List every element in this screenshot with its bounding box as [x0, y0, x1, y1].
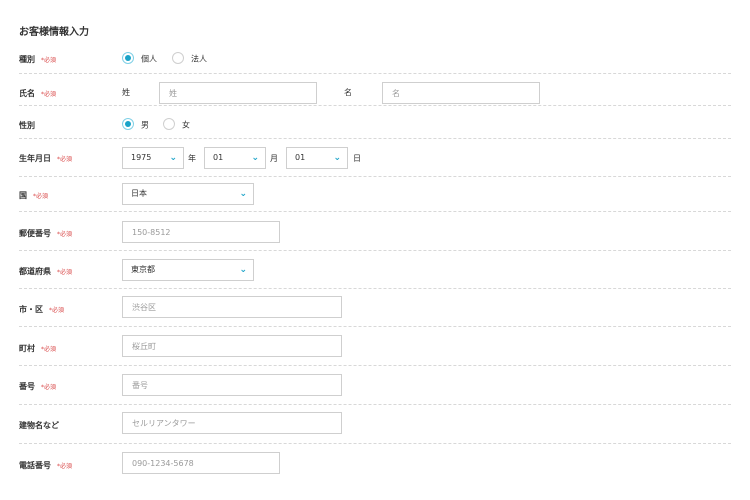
building-input[interactable]	[122, 412, 342, 434]
radio-selected-icon	[122, 118, 134, 130]
first-name-input[interactable]	[382, 82, 540, 104]
town-label-text: 町村	[19, 344, 35, 353]
required-mark: *必須	[57, 463, 73, 470]
radio-gender-female[interactable]: 女	[163, 118, 190, 132]
birth-year-select[interactable]: 1975 ⌄	[122, 147, 184, 169]
radio-empty-icon	[163, 118, 175, 130]
required-mark: *必須	[49, 307, 65, 314]
last-name-label: 姓	[122, 88, 130, 97]
country-select[interactable]: 日本 ⌄	[122, 183, 254, 205]
radio-label: 個人	[141, 54, 157, 64]
select-value: 東京都	[131, 265, 155, 274]
phone-label-text: 電話番号	[19, 461, 51, 470]
row-town: 町村 *必須	[19, 327, 731, 366]
customer-info-form: お客様情報入力 種別 *必須 個人 法人 氏名 *必須 姓 名 性別 男 女	[0, 0, 750, 500]
required-mark: *必須	[57, 269, 73, 276]
select-value: 01	[295, 153, 306, 162]
type-label: 種別 *必須	[19, 54, 56, 65]
radio-label: 法人	[191, 54, 207, 64]
row-phone: 電話番号 *必須	[19, 444, 731, 482]
month-unit: 月	[270, 154, 278, 163]
chevron-down-icon: ⌄	[251, 153, 259, 163]
prefecture-select[interactable]: 東京都 ⌄	[122, 259, 254, 281]
row-type: 種別 *必須 個人 法人	[19, 42, 731, 74]
prefecture-label-text: 都道府県	[19, 267, 51, 276]
postal-code-input[interactable]	[122, 221, 280, 243]
radio-empty-icon	[172, 52, 184, 64]
required-mark: *必須	[57, 231, 73, 238]
city-input[interactable]	[122, 296, 342, 318]
country-label-text: 国	[19, 191, 27, 200]
building-label-text: 建物名など	[19, 421, 59, 430]
chevron-down-icon: ⌄	[239, 189, 247, 199]
select-value: 日本	[131, 189, 147, 198]
postal-label-text: 郵便番号	[19, 229, 51, 238]
postal-label: 郵便番号 *必須	[19, 228, 72, 239]
radio-gender-male[interactable]: 男	[122, 118, 149, 132]
required-mark: *必須	[41, 91, 57, 98]
phone-input[interactable]	[122, 452, 280, 474]
radio-type-corporate[interactable]: 法人	[172, 52, 207, 66]
required-mark: *必須	[57, 156, 73, 163]
row-name: 氏名 *必須 姓 名	[19, 74, 731, 106]
name-label: 氏名 *必須	[19, 88, 56, 99]
gender-label: 性別	[19, 120, 35, 131]
birthdate-label-text: 生年月日	[19, 154, 51, 163]
chevron-down-icon: ⌄	[333, 153, 341, 163]
phone-label: 電話番号 *必須	[19, 460, 72, 471]
row-building: 建物名など	[19, 405, 731, 444]
name-label-text: 氏名	[19, 89, 35, 98]
type-label-text: 種別	[19, 55, 35, 64]
birth-month-select[interactable]: 01 ⌄	[204, 147, 266, 169]
gender-label-text: 性別	[19, 121, 35, 130]
day-unit: 日	[353, 154, 361, 163]
row-postal: 郵便番号 *必須	[19, 212, 731, 251]
row-city: 市・区 *必須	[19, 289, 731, 327]
required-mark: *必須	[41, 57, 57, 64]
required-mark: *必須	[41, 346, 57, 353]
row-birthdate: 生年月日 *必須 1975 ⌄ 年 01 ⌄ 月 01 ⌄ 日	[19, 139, 731, 177]
chevron-down-icon: ⌄	[169, 153, 177, 163]
required-mark: *必須	[41, 384, 57, 391]
section-title: お客様情報入力	[19, 27, 89, 38]
last-name-input[interactable]	[159, 82, 317, 104]
prefecture-label: 都道府県 *必須	[19, 266, 72, 277]
select-value: 1975	[131, 153, 152, 162]
required-mark: *必須	[33, 193, 49, 200]
radio-label: 女	[182, 120, 190, 130]
city-label: 市・区 *必須	[19, 304, 64, 315]
country-label: 国 *必須	[19, 190, 48, 201]
number-label-text: 番号	[19, 382, 35, 391]
town-input[interactable]	[122, 335, 342, 357]
radio-selected-icon	[122, 52, 134, 64]
radio-type-individual[interactable]: 個人	[122, 52, 157, 66]
radio-label: 男	[141, 120, 149, 130]
city-label-text: 市・区	[19, 305, 43, 314]
birthdate-label: 生年月日 *必須	[19, 153, 72, 164]
address-number-input[interactable]	[122, 374, 342, 396]
select-value: 01	[213, 153, 224, 162]
year-unit: 年	[188, 154, 196, 163]
building-label: 建物名など	[19, 420, 59, 431]
row-gender: 性別 男 女	[19, 106, 731, 139]
row-prefecture: 都道府県 *必須 東京都 ⌄	[19, 251, 731, 289]
number-label: 番号 *必須	[19, 381, 56, 392]
town-label: 町村 *必須	[19, 343, 56, 354]
first-name-label: 名	[344, 88, 352, 97]
birth-day-select[interactable]: 01 ⌄	[286, 147, 348, 169]
chevron-down-icon: ⌄	[239, 265, 247, 275]
row-country: 国 *必須 日本 ⌄	[19, 177, 731, 212]
row-number: 番号 *必須	[19, 366, 731, 405]
